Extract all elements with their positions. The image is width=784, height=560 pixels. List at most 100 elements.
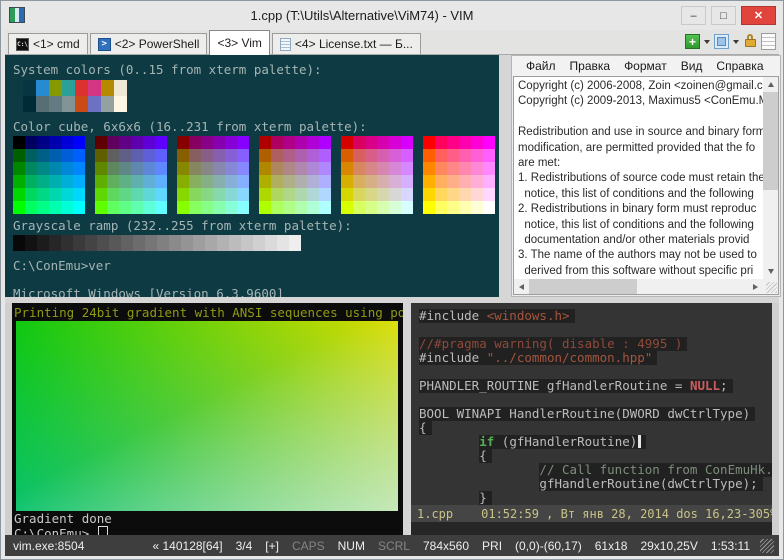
ramp-cell	[157, 235, 169, 251]
tab-4[interactable]: <4> License.txt — Б...	[272, 33, 421, 54]
cube-cell	[225, 136, 237, 149]
cube-cell	[471, 149, 483, 162]
notepad-text[interactable]: Copyright (c) 2006-2008, Zoin <zoinen@gm…	[514, 77, 763, 279]
cube-cell	[95, 162, 107, 175]
cube-cell	[73, 136, 85, 149]
cube-cell	[401, 149, 413, 162]
cube-cell	[459, 188, 471, 201]
menu-item-Справка[interactable]: Справка	[709, 59, 770, 73]
tab-1[interactable]: C:\<1> cmd	[8, 33, 88, 54]
titlebar[interactable]: 1.cpp (T:\Utils\Alternative\ViM74) - VIM…	[1, 1, 783, 30]
cube-cell	[459, 175, 471, 188]
scroll-down-icon[interactable]	[763, 264, 778, 279]
close-button[interactable]: ✕	[741, 6, 776, 25]
cube-cell	[459, 162, 471, 175]
vim-pane-scrollbar[interactable]	[772, 303, 779, 535]
vertical-scroll-thumb[interactable]	[763, 92, 778, 190]
cube-cell	[213, 149, 225, 162]
palette-swatch	[114, 96, 127, 112]
menu-item-Вид[interactable]: Вид	[674, 59, 710, 73]
cube-cell	[283, 149, 295, 162]
cube-cell	[25, 188, 37, 201]
cube-cell	[283, 136, 295, 149]
code-line: PHANDLER_ROUTINE gfHandlerRoutine = NULL…	[419, 379, 774, 393]
ramp-cell	[217, 235, 229, 251]
active-process-label: vim.exe:8504	[13, 539, 84, 553]
tab-2[interactable]: ><2> PowerShell	[90, 33, 208, 54]
tab-3[interactable]: <3> Vim	[209, 30, 269, 55]
window-title: 1.cpp (T:\Utils\Alternative\ViM74) - VIM	[71, 1, 653, 30]
cube-cell	[423, 201, 435, 214]
cube-cell	[459, 136, 471, 149]
cube-cell	[319, 162, 331, 175]
cmd-console-pane[interactable]: System colors (0..15 from xterm palette)…	[5, 55, 499, 297]
notepad-menubar: ФайлПравкаФорматВидСправка	[512, 56, 780, 76]
ramp-cell	[265, 235, 277, 251]
scroll-right-icon[interactable]	[748, 279, 763, 294]
code-line: gfHandlerRoutine(dwCtrlType);	[419, 477, 774, 491]
cube-cell	[25, 201, 37, 214]
cube-cell	[155, 162, 167, 175]
cube-cell	[295, 201, 307, 214]
cube-cell	[119, 201, 131, 214]
cube-cell	[131, 188, 143, 201]
cube-cell	[37, 162, 49, 175]
cube-block	[177, 136, 249, 214]
cube-cell	[201, 136, 213, 149]
cube-cell	[307, 136, 319, 149]
gradient-done-line: Gradient done	[14, 511, 403, 526]
gradient-console-pane[interactable]: Printing 24bit gradient with ANSI sequen…	[12, 303, 403, 535]
cube-cell	[341, 136, 353, 149]
horizontal-scroll-thumb[interactable]	[529, 279, 637, 294]
gradient-pane-scrollbar[interactable]	[5, 303, 12, 535]
code-line	[419, 365, 774, 379]
cube-cell	[37, 201, 49, 214]
vertical-splitter-bottom[interactable]	[403, 303, 411, 535]
ramp-cell	[181, 235, 193, 251]
cube-cell	[225, 149, 237, 162]
cube-cell	[25, 149, 37, 162]
menu-item-Формат[interactable]: Формат	[617, 59, 674, 73]
lock-icon[interactable]	[743, 34, 757, 49]
ramp-cell	[289, 235, 301, 251]
cube-cell	[95, 149, 107, 162]
code-line: #include "../common/common.hpp"	[419, 351, 774, 365]
cube-cell	[341, 162, 353, 175]
code-line	[419, 393, 774, 407]
cube-cell	[143, 201, 155, 214]
scroll-up-icon[interactable]	[763, 77, 778, 92]
menu-item-Правка[interactable]: Правка	[563, 59, 618, 73]
resize-grip-notepad[interactable]	[763, 279, 778, 294]
vertical-splitter-top[interactable]	[499, 55, 511, 297]
cube-cell	[389, 188, 401, 201]
notepad-horizontal-scrollbar[interactable]	[514, 279, 763, 294]
minimize-button[interactable]: –	[681, 6, 706, 25]
menu-item-Файл[interactable]: Файл	[519, 59, 563, 73]
console-list-dropdown-icon[interactable]	[733, 40, 739, 44]
resize-grip-icon[interactable]	[760, 539, 774, 553]
new-console-dropdown-icon[interactable]	[704, 40, 710, 44]
cube-cell	[177, 136, 189, 149]
cube-cell	[435, 175, 447, 188]
status-item: SCRL	[378, 539, 410, 553]
notepad-vertical-scrollbar[interactable]	[763, 77, 778, 279]
text-line: are met:	[518, 156, 762, 171]
vim-editor-pane[interactable]: #include <windows.h>//#pragma warning( d…	[411, 303, 774, 535]
text-line: 1. Redistributions of source code must r…	[518, 171, 762, 186]
ramp-cell	[61, 235, 73, 251]
cube-cell	[259, 175, 271, 188]
palette-swatch	[75, 96, 88, 112]
cube-cell	[213, 201, 225, 214]
cube-cell	[389, 175, 401, 188]
cube-cell	[283, 175, 295, 188]
new-console-button[interactable]: +	[685, 34, 700, 49]
side-panel-icon[interactable]	[761, 33, 776, 50]
console-list-button[interactable]	[714, 34, 729, 49]
cube-cell	[389, 149, 401, 162]
maximize-button[interactable]: □	[711, 6, 736, 25]
scroll-left-icon[interactable]	[514, 279, 529, 294]
cube-cell	[483, 188, 495, 201]
cube-cell	[271, 162, 283, 175]
window-controls: – □ ✕	[681, 6, 776, 25]
conemu-app-icon[interactable]	[9, 7, 25, 23]
